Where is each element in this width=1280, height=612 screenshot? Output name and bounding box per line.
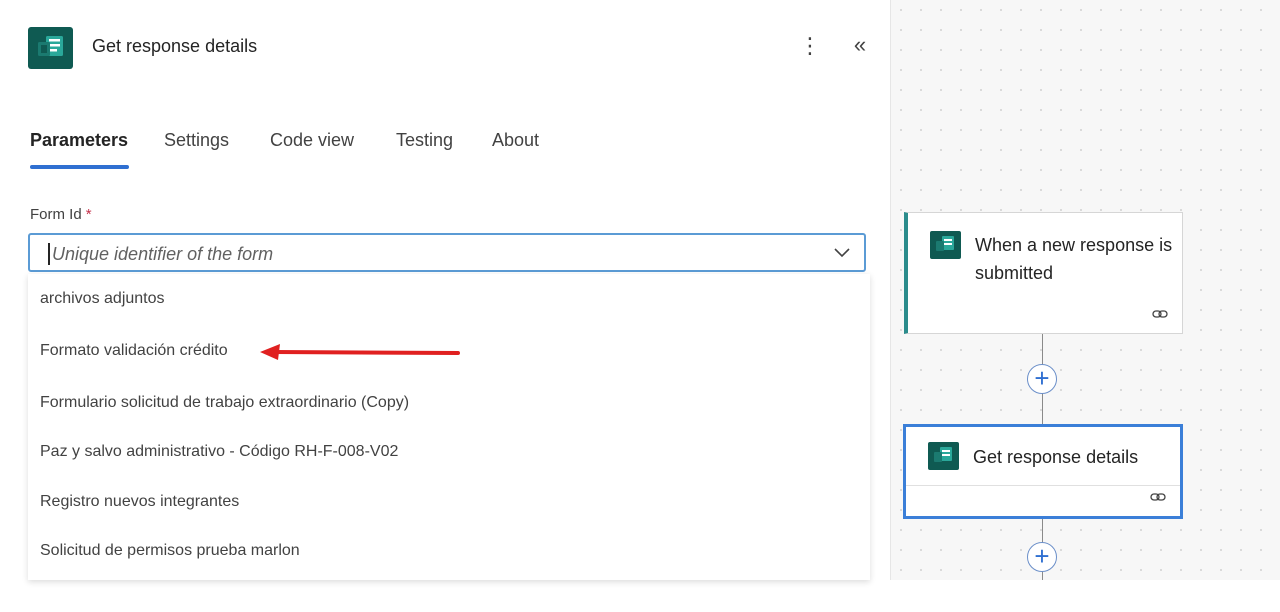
form-id-placeholder: Unique identifier of the form [52, 244, 274, 264]
form-id-label-text: Form Id [30, 206, 82, 223]
dropdown-option-formato-validacion[interactable]: Formato validación crédito [40, 342, 228, 360]
link-icon [1150, 491, 1166, 506]
forms-icon [928, 442, 959, 470]
tab-code-view[interactable]: Code view [270, 130, 354, 151]
forms-icon [930, 231, 961, 259]
action-title: Get response details [973, 447, 1139, 467]
link-icon [1152, 308, 1168, 323]
tab-settings[interactable]: Settings [164, 130, 229, 151]
form-id-dropdown-list: archivos adjuntos Formato validación cré… [28, 274, 870, 580]
card-divider [906, 485, 1180, 486]
action-details-panel: Get response details ⋮ « Parameters Sett… [0, 0, 891, 580]
trigger-card[interactable]: When a new response is submitted [904, 212, 1183, 334]
add-step-button[interactable]: + [1027, 542, 1057, 572]
forms-icon [28, 27, 73, 69]
required-marker: * [85, 206, 92, 223]
dropdown-option[interactable]: Solicitud de permisos prueba marlon [40, 542, 300, 560]
dropdown-option[interactable]: Registro nuevos integrantes [40, 493, 239, 511]
dropdown-option[interactable]: archivos adjuntos [40, 290, 165, 308]
text-cursor [48, 243, 50, 265]
dropdown-option[interactable]: Formulario solicitud de trabajo extraord… [40, 394, 409, 412]
dropdown-option[interactable]: Paz y salvo administrativo - Código RH-F… [40, 443, 398, 461]
tab-testing[interactable]: Testing [396, 130, 453, 151]
tab-parameters[interactable]: Parameters [30, 130, 128, 151]
chevron-down-icon[interactable] [834, 248, 850, 258]
action-card-get-response-details[interactable]: Get response details [903, 424, 1183, 519]
active-tab-indicator [30, 165, 129, 169]
form-id-combobox[interactable]: Unique identifier of the form [28, 233, 866, 272]
tab-about[interactable]: About [492, 130, 539, 151]
red-arrow-annotation [260, 344, 460, 360]
form-id-label: Form Id * [30, 206, 92, 223]
panel-title: Get response details [92, 36, 258, 56]
more-options-button[interactable]: ⋮ [798, 31, 822, 61]
collapse-panel-button[interactable]: « [846, 31, 874, 61]
panel-header: Get response details ⋮ « [28, 27, 878, 69]
trigger-title: When a new response is submitted [975, 235, 1173, 283]
add-step-button[interactable]: + [1027, 364, 1057, 394]
